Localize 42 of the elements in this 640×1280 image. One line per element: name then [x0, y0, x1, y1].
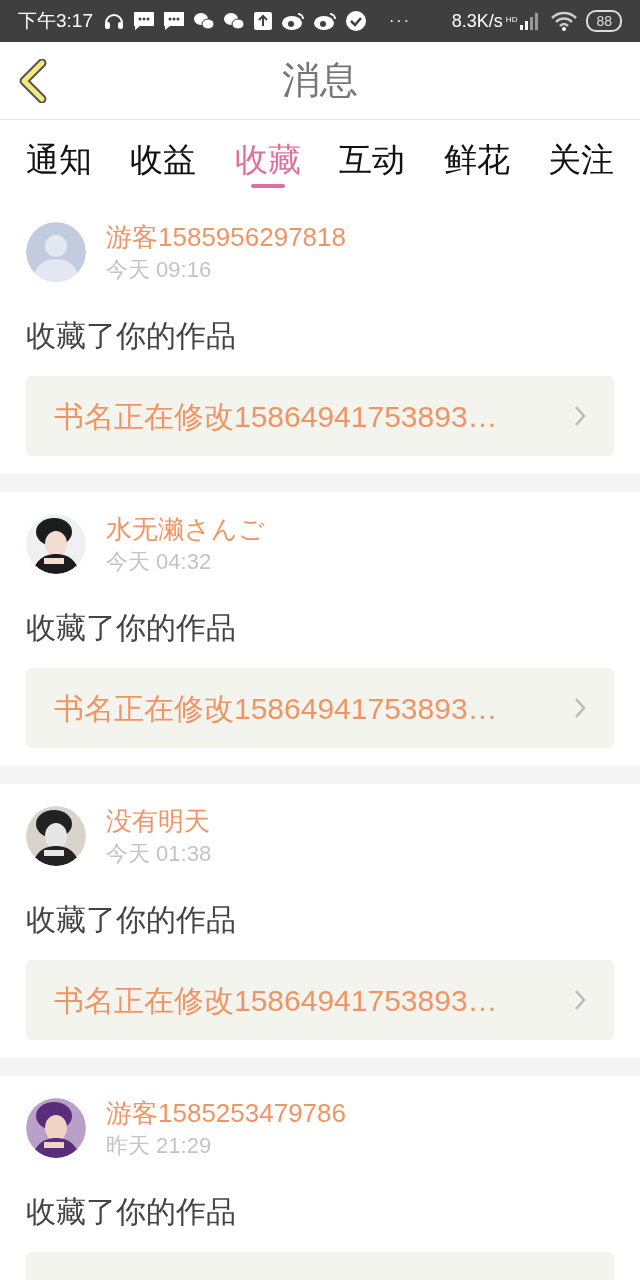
book-link[interactable]: 书名正在修改15864941753893… [26, 960, 614, 1040]
message-time: 今天 01:38 [106, 841, 212, 867]
tab[interactable]: 通知 [26, 120, 92, 200]
message-text: 收藏了你的作品 [26, 610, 237, 646]
message-time: 今天 09:16 [106, 257, 213, 283]
chevron-right-icon [574, 405, 586, 427]
headphones-icon [103, 11, 125, 31]
message-time: 今天 04:32 [106, 549, 213, 575]
battery-level: 88 [586, 10, 622, 32]
message-text: 收藏了你的作品 [26, 1194, 237, 1230]
tab[interactable]: 收益 [130, 120, 197, 200]
chevron-right-icon [574, 989, 586, 1011]
chevron-right-icon [574, 697, 586, 719]
tab[interactable]: 鲜花 [443, 120, 510, 200]
avatar-icon [26, 222, 86, 282]
user-name[interactable]: 游客1585956297818 [106, 222, 346, 252]
tab[interactable]: 互动 [339, 120, 406, 200]
clock-time: 下午3:17 [18, 8, 93, 33]
eye-icon [281, 11, 305, 31]
chat-icon [133, 11, 155, 31]
chat-bubbles-icon [193, 11, 215, 31]
message-time: 昨天 21:29 [106, 1133, 213, 1159]
tab[interactable]: 关注 [547, 120, 614, 200]
book-link[interactable]: 书名正在修改15864941753893… [26, 376, 614, 456]
tab[interactable]: 收藏 [234, 120, 301, 200]
network-type: HD [505, 13, 518, 26]
chat-bubbles-icon [223, 11, 245, 31]
user-name[interactable]: 水无濑さんご [106, 514, 265, 544]
message-text: 收藏了你的作品 [26, 318, 237, 354]
eye-icon [313, 11, 337, 31]
book-link[interactable]: 书名正在修改15864941753893… [26, 668, 614, 748]
check-circle-icon [345, 10, 367, 32]
chat-icon [163, 11, 185, 31]
wifi-icon [551, 11, 578, 31]
network-speed: 8.3K/s [451, 9, 503, 33]
signal-icon [520, 12, 539, 30]
upload-icon [253, 11, 273, 31]
user-name[interactable]: 游客1585253479786 [106, 1098, 346, 1128]
message-text: 收藏了你的作品 [26, 902, 237, 938]
user-name[interactable]: 没有明天 [106, 806, 212, 836]
more-dots: ··· [389, 11, 411, 31]
page-title: 消息 [282, 58, 358, 103]
